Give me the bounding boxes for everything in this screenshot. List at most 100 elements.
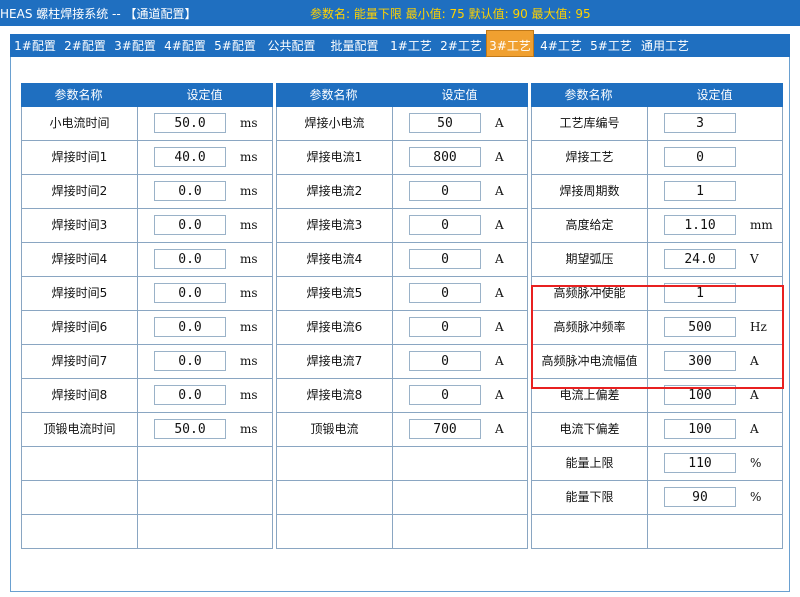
column-divider <box>647 379 648 412</box>
table-row: 顶锻电流时间 50.0 ms <box>21 413 273 447</box>
unit-label: Hz <box>750 320 767 334</box>
table-row: 小电流时间 50.0 ms <box>21 107 273 141</box>
header-value: 设定值 <box>186 88 223 102</box>
param-name: 焊接时间7 <box>51 354 108 368</box>
table-row: 焊接周期数 1 <box>531 175 783 209</box>
column-divider <box>137 379 138 412</box>
table-row: 焊接时间3 0.0 ms <box>21 209 273 243</box>
value-input[interactable]: 0.0 <box>154 283 226 303</box>
value-input[interactable]: 0.0 <box>154 181 226 201</box>
column-divider <box>137 345 138 378</box>
unit-label: A <box>495 320 504 334</box>
value-input[interactable]: 90 <box>664 487 736 507</box>
tab-1[interactable]: 2#配置 <box>60 34 110 57</box>
column-divider <box>137 481 138 514</box>
table-row: 焊接时间2 0.0 ms <box>21 175 273 209</box>
value-input[interactable]: 0 <box>409 385 481 405</box>
column-divider <box>392 107 393 140</box>
value-input[interactable]: 0 <box>409 215 481 235</box>
table-row: 焊接电流1 800 A <box>276 141 528 175</box>
value-input[interactable]: 500 <box>664 317 736 337</box>
value-input[interactable]: 50.0 <box>154 113 226 133</box>
table-row: 高度给定 1.10 mm <box>531 209 783 243</box>
value-input[interactable]: 40.0 <box>154 147 226 167</box>
value-input[interactable]: 0.0 <box>154 351 226 371</box>
table-row: 电流下偏差 100 A <box>531 413 783 447</box>
param-name: 焊接时间1 <box>51 150 108 164</box>
tab-3[interactable]: 4#配置 <box>160 34 210 57</box>
tab-11[interactable]: 5#工艺 <box>586 34 636 57</box>
param-name: 焊接电流6 <box>306 320 363 334</box>
value-input[interactable]: 700 <box>409 419 481 439</box>
table-row <box>21 481 273 515</box>
value-input[interactable]: 800 <box>409 147 481 167</box>
column-divider <box>137 311 138 344</box>
value-input[interactable]: 0.0 <box>154 215 226 235</box>
table-row: 焊接工艺 0 <box>531 141 783 175</box>
value-input[interactable]: 1.10 <box>664 215 736 235</box>
unit-label: V <box>750 252 759 266</box>
value-input[interactable]: 1 <box>664 181 736 201</box>
param-name: 焊接电流8 <box>306 388 363 402</box>
value-input[interactable]: 110 <box>664 453 736 473</box>
value-input[interactable]: 100 <box>664 385 736 405</box>
param-name: 能量上限 <box>565 456 614 470</box>
column-divider <box>392 175 393 208</box>
value-input[interactable]: 0 <box>409 249 481 269</box>
value-input[interactable]: 0 <box>409 283 481 303</box>
value-input[interactable]: 50.0 <box>154 419 226 439</box>
value-input[interactable]: 0.0 <box>154 385 226 405</box>
value-input[interactable]: 300 <box>664 351 736 371</box>
value-input[interactable]: 0 <box>409 317 481 337</box>
table-row <box>531 515 783 549</box>
column-divider <box>392 209 393 242</box>
param-name: 焊接小电流 <box>304 116 365 130</box>
table-row: 焊接电流6 0 A <box>276 311 528 345</box>
column-divider <box>647 515 648 548</box>
value-input[interactable]: 0 <box>409 181 481 201</box>
tab-6[interactable]: 批量配置 <box>323 34 386 57</box>
value-input[interactable]: 0.0 <box>154 249 226 269</box>
table-row <box>276 481 528 515</box>
param-name: 电流上偏差 <box>559 388 620 402</box>
tab-2[interactable]: 3#配置 <box>110 34 160 57</box>
param-name: 焊接时间5 <box>51 286 108 300</box>
tab-0[interactable]: 1#配置 <box>10 34 60 57</box>
table-row: 顶锻电流 700 A <box>276 413 528 447</box>
param-table-2: 参数名称 设定值 焊接小电流 50 A 焊接电流1 800 A 焊接电流2 0 A 焊接电流3 0 A 焊接… <box>276 83 528 549</box>
unit-label: % <box>750 456 762 470</box>
tab-5[interactable]: 公共配置 <box>260 34 323 57</box>
app-title: HEAS 螺柱焊接系统 -- 【通道配置】 <box>0 7 197 21</box>
table-row: 焊接时间1 40.0 ms <box>21 141 273 175</box>
value-input[interactable]: 100 <box>664 419 736 439</box>
value-input[interactable]: 1 <box>664 283 736 303</box>
value-input[interactable]: 0 <box>664 147 736 167</box>
tab-strip: 1#配置 2#配置 3#配置 4#配置 5#配置 公共配置 批量配置 1#工艺 2#工艺 3#工艺… <box>10 30 790 57</box>
value-input[interactable]: 24.0 <box>664 249 736 269</box>
tab-4[interactable]: 5#配置 <box>210 34 260 57</box>
param-name: 焊接时间6 <box>51 320 108 334</box>
param-name <box>277 515 392 548</box>
tab-10[interactable]: 4#工艺 <box>536 34 586 57</box>
unit-label: A <box>495 354 504 368</box>
param-name: 焊接周期数 <box>559 184 620 198</box>
param-table-3: 参数名称 设定值 工艺库编号 3 焊接工艺 0 焊接周期数 1 高度给定 1.10 mm 期望弧压 24… <box>531 83 783 549</box>
unit-label: ms <box>240 252 258 266</box>
tab-8[interactable]: 2#工艺 <box>436 34 486 57</box>
value-input[interactable]: 0.0 <box>154 317 226 337</box>
table-row: 工艺库编号 3 <box>531 107 783 141</box>
column-divider <box>647 277 648 310</box>
value-input[interactable]: 0 <box>409 351 481 371</box>
column-divider <box>647 345 648 378</box>
value-input[interactable]: 3 <box>664 113 736 133</box>
tab-9[interactable]: 3#工艺 <box>486 30 534 57</box>
param-name: 焊接电流3 <box>306 218 363 232</box>
param-name: 焊接时间2 <box>51 184 108 198</box>
header-name: 参数名称 <box>309 88 358 102</box>
value-input[interactable]: 50 <box>409 113 481 133</box>
tab-12[interactable]: 通用工艺 <box>636 34 694 57</box>
table-row: 电流上偏差 100 A <box>531 379 783 413</box>
unit-label: ms <box>240 184 258 198</box>
tab-7[interactable]: 1#工艺 <box>386 34 436 57</box>
column-divider <box>392 515 393 548</box>
